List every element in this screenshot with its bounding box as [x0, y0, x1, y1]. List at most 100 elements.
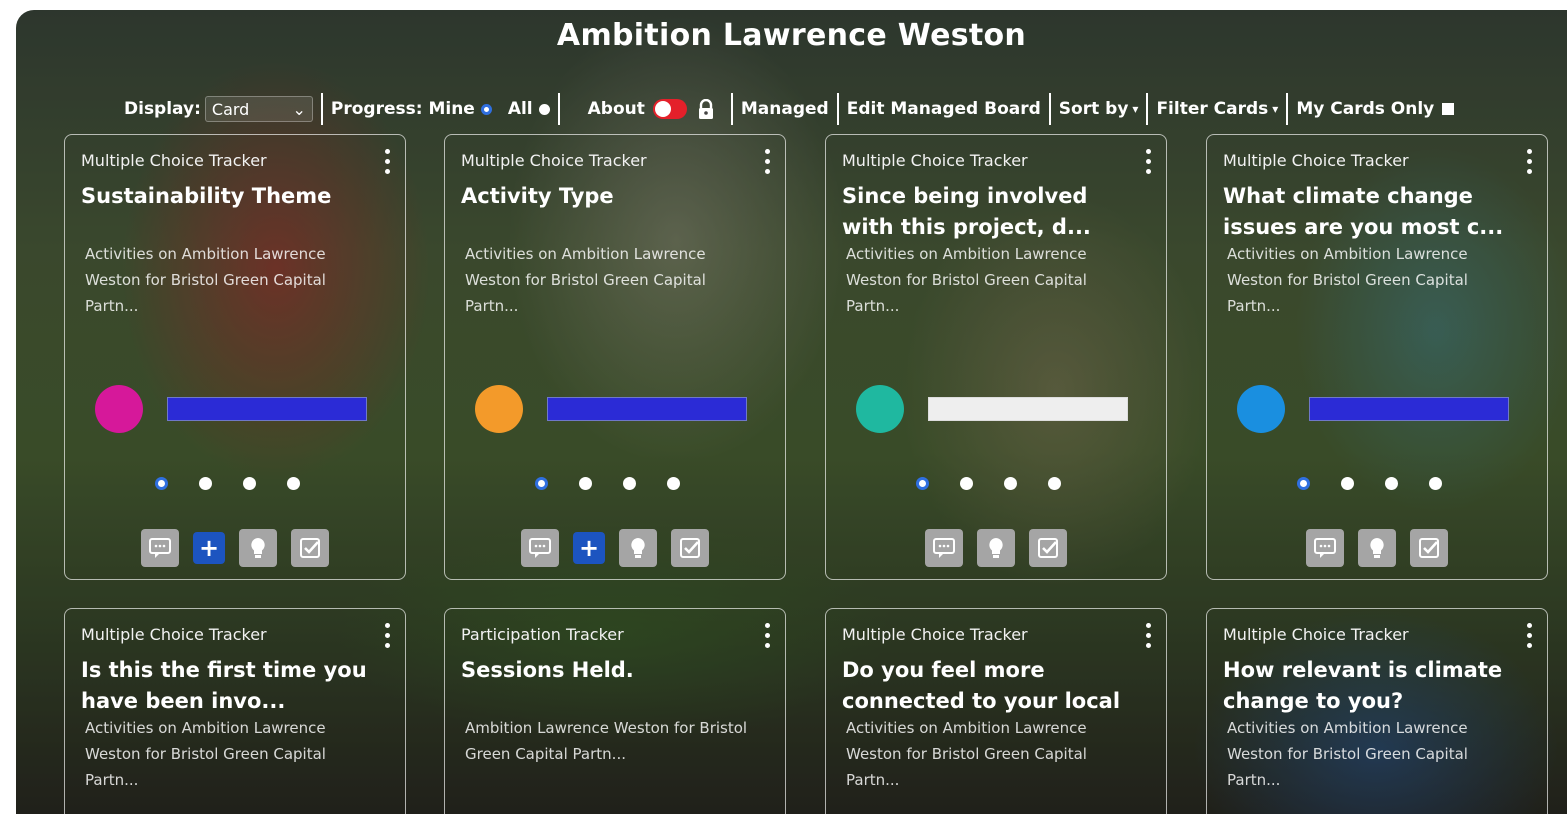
pager-dot[interactable] [667, 477, 680, 490]
divider [320, 93, 323, 125]
board-background: Ambition Lawrence Weston Display: Card ⌄… [16, 10, 1567, 814]
edit-managed-board-link[interactable]: Edit Managed Board [847, 99, 1041, 119]
managed-link[interactable]: Managed [741, 99, 829, 119]
card-pager [155, 477, 331, 490]
divider [1146, 93, 1149, 125]
card-title[interactable]: How relevant is climate change to you? [1223, 655, 1523, 717]
tracker-card[interactable]: Multiple Choice Tracker Sustainability T… [64, 134, 406, 580]
pager-dot[interactable] [1429, 477, 1442, 490]
more-options-icon[interactable] [385, 149, 391, 179]
pager-dot[interactable] [960, 477, 973, 490]
card-title[interactable]: Sessions Held. [461, 655, 761, 686]
color-circle [856, 385, 904, 433]
card-description: Activities on Ambition Lawrence Weston f… [1227, 719, 1468, 789]
card-type: Participation Tracker [461, 625, 624, 644]
checklist-icon[interactable] [1029, 529, 1067, 567]
pager-dot[interactable] [199, 477, 212, 490]
card-title[interactable]: Activity Type [461, 181, 761, 212]
checklist-icon[interactable] [1410, 529, 1448, 567]
pager-dot[interactable] [623, 477, 636, 490]
tracker-card[interactable]: Multiple Choice Tracker Since being invo… [825, 134, 1167, 580]
tracker-card[interactable]: Multiple Choice Tracker How relevant is … [1206, 608, 1548, 814]
more-options-icon[interactable] [1527, 623, 1533, 653]
progress-all-label: All [507, 99, 533, 119]
more-options-icon[interactable] [1146, 623, 1152, 653]
my-cards-only-control[interactable]: My Cards Only [1296, 99, 1455, 119]
about-control: About [588, 99, 715, 119]
pager-dot[interactable] [1341, 477, 1354, 490]
lightbulb-icon[interactable] [619, 529, 657, 567]
display-select-value: Card [211, 99, 250, 119]
card-title[interactable]: Sustainability Theme [81, 181, 381, 212]
pager-dot[interactable] [243, 477, 256, 490]
more-options-icon[interactable] [1527, 149, 1533, 179]
pager-dot[interactable] [1004, 477, 1017, 490]
sort-by-dropdown[interactable]: Sort by ▾ [1059, 99, 1139, 119]
pager-dot[interactable] [1297, 477, 1310, 490]
lightbulb-icon[interactable] [1358, 529, 1396, 567]
card-actions [1207, 529, 1547, 567]
card-pager [535, 477, 711, 490]
tracker-card[interactable]: Multiple Choice Tracker What climate cha… [1206, 134, 1548, 580]
comment-icon[interactable] [141, 529, 179, 567]
more-options-icon[interactable] [385, 623, 391, 653]
progress-mine-radio[interactable] [480, 103, 492, 115]
card-pager [1297, 477, 1473, 490]
card-title[interactable]: Do you feel more connected to your local [842, 655, 1142, 717]
progress-bar [1309, 397, 1509, 421]
board-title: Ambition Lawrence Weston [556, 18, 1027, 53]
lightbulb-icon[interactable] [977, 529, 1015, 567]
card-title[interactable]: What climate change issues are you most … [1223, 181, 1523, 243]
my-cards-only-checkbox[interactable] [1442, 103, 1455, 115]
more-options-icon[interactable] [765, 149, 771, 179]
pager-dot[interactable] [916, 477, 929, 490]
card-description: Activities on Ambition Lawrence Weston f… [846, 719, 1087, 789]
progress-all-radio[interactable] [538, 103, 550, 115]
pager-dot[interactable] [155, 477, 168, 490]
chevron-down-icon: ▾ [1272, 102, 1279, 116]
progress-indicator [475, 385, 755, 435]
progress-indicator [1237, 385, 1517, 435]
color-circle [475, 385, 523, 433]
about-label: About [587, 99, 645, 119]
progress-bar [928, 397, 1128, 421]
card-description: Activities on Ambition Lawrence Weston f… [465, 245, 706, 315]
about-toggle[interactable] [652, 99, 687, 119]
display-select[interactable]: Card ⌄ [204, 96, 313, 122]
progress-control: Progress: Mine All [331, 99, 550, 119]
my-cards-only-label: My Cards Only [1296, 99, 1435, 119]
card-type: Multiple Choice Tracker [81, 625, 267, 644]
comment-icon[interactable] [1306, 529, 1344, 567]
checklist-icon[interactable] [671, 529, 709, 567]
lightbulb-icon[interactable] [239, 529, 277, 567]
lock-icon[interactable] [697, 99, 715, 119]
color-circle [1237, 385, 1285, 433]
progress-indicator [95, 385, 375, 435]
divider [557, 93, 560, 125]
sort-by-label: Sort by [1058, 99, 1129, 119]
more-options-icon[interactable] [765, 623, 771, 653]
pager-dot[interactable] [1048, 477, 1061, 490]
pager-dot[interactable] [535, 477, 548, 490]
pager-dot[interactable] [579, 477, 592, 490]
comment-icon[interactable] [521, 529, 559, 567]
divider [1048, 93, 1051, 125]
tracker-card[interactable]: Multiple Choice Tracker Do you feel more… [825, 608, 1167, 814]
card-actions [826, 529, 1166, 567]
add-icon[interactable]: + [193, 532, 225, 564]
add-icon[interactable]: + [573, 532, 605, 564]
pager-dot[interactable] [1385, 477, 1398, 490]
chevron-down-icon: ▾ [1132, 102, 1139, 116]
tracker-card[interactable]: Participation Tracker Sessions Held. Amb… [444, 608, 786, 814]
card-title[interactable]: Is this the first time you have been inv… [81, 655, 381, 717]
more-options-icon[interactable] [1146, 149, 1152, 179]
toolbar: Display: Card ⌄ Progress: Mine All About… [124, 92, 1455, 126]
tracker-card[interactable]: Multiple Choice Tracker Activity Type Ac… [444, 134, 786, 580]
progress-bar [547, 397, 747, 421]
checklist-icon[interactable] [291, 529, 329, 567]
tracker-card[interactable]: Multiple Choice Tracker Is this the firs… [64, 608, 406, 814]
comment-icon[interactable] [925, 529, 963, 567]
card-title[interactable]: Since being involved with this project, … [842, 181, 1142, 243]
filter-cards-dropdown[interactable]: Filter Cards ▾ [1156, 99, 1278, 119]
pager-dot[interactable] [287, 477, 300, 490]
